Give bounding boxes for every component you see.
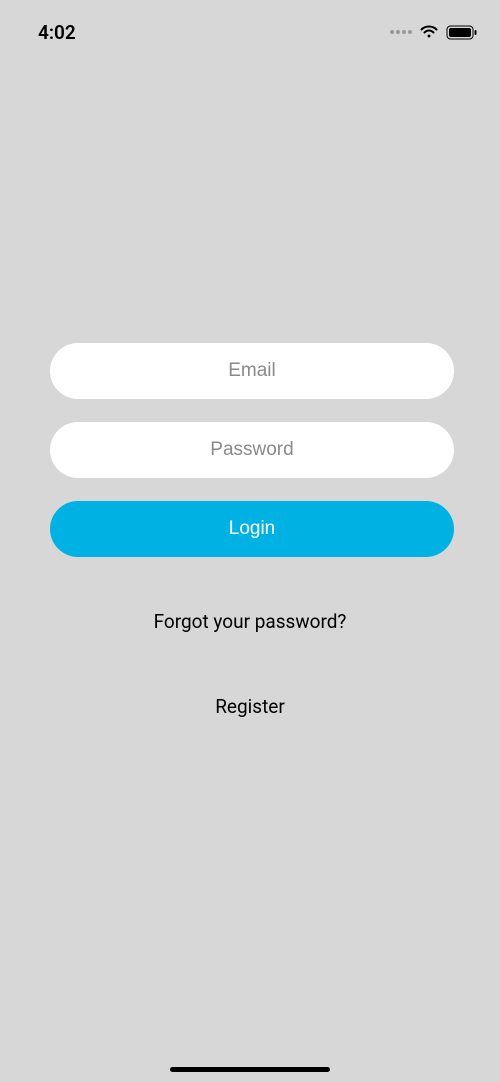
email-input[interactable] bbox=[50, 343, 454, 399]
login-button[interactable]: Login bbox=[50, 501, 454, 557]
password-input[interactable] bbox=[50, 422, 454, 478]
cellular-signal-icon bbox=[390, 30, 412, 34]
status-icons bbox=[390, 24, 478, 40]
home-indicator[interactable] bbox=[170, 1067, 330, 1072]
status-bar: 4:02 bbox=[0, 0, 500, 50]
register-link[interactable]: Register bbox=[50, 695, 450, 718]
forgot-password-link[interactable]: Forgot your password? bbox=[50, 610, 450, 633]
battery-icon bbox=[446, 25, 478, 40]
status-time: 4:02 bbox=[38, 21, 76, 44]
wifi-icon bbox=[419, 24, 439, 40]
login-form: Login Forgot your password? Register bbox=[0, 343, 500, 718]
